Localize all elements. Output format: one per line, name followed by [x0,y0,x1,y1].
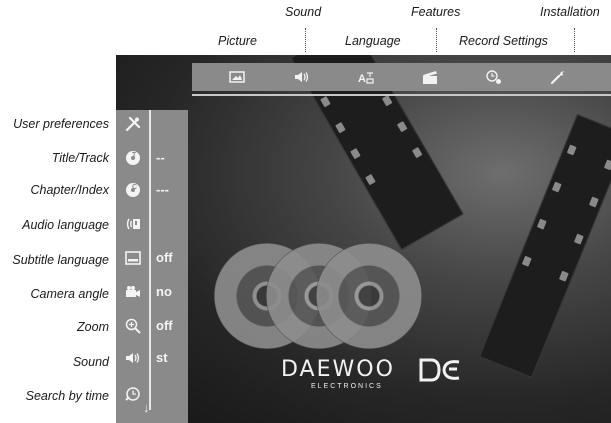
logo-brand-text: DAEWOO [281,357,395,382]
top-label-installation: Installation [540,5,600,19]
sound-value: st [156,350,168,365]
sidebar-menu: ↓ T -- C --- off no off st [116,110,188,423]
label-zoom: Zoom [77,320,109,334]
tools-icon[interactable] [122,114,144,134]
chapter-index-value: --- [156,182,169,197]
speaker-icon[interactable] [122,348,144,368]
label-sound: Sound [72,355,109,369]
top-label-sound: Sound [285,5,322,19]
camera-icon[interactable] [122,282,144,302]
tv-screen: A DAEWOO ELECTRONICS [116,55,611,423]
zoom-icon[interactable] [122,316,144,336]
svg-text:C: C [132,184,137,191]
label-chapter-index: Chapter/Index [30,183,109,197]
top-label-features: Features [411,5,461,19]
logo-sub-text: ELECTRONICS [311,383,383,390]
camera-angle-value: no [156,284,172,299]
menu-sound-button[interactable] [293,69,311,85]
features-leader [436,28,437,52]
svg-text:T: T [132,152,137,159]
menu-installation-button[interactable] [549,69,567,85]
top-label-picture: Picture [218,34,257,48]
menu-picture-button[interactable] [228,69,246,85]
picture-icon [229,71,245,83]
speaker-icon [295,72,309,82]
subtitle-icon[interactable] [122,248,144,268]
clapperboard-icon [423,71,437,84]
menu-record-settings-button[interactable] [485,69,503,85]
record-timer-icon [486,70,501,84]
top-label-language: Language [345,34,401,48]
sound-leader [305,28,306,52]
subtitle-language-value: off [156,250,173,265]
label-camera-angle: Camera angle [30,287,109,301]
label-search-by-time: Search by time [25,389,109,403]
menu-bar: A [192,63,611,96]
chapter-disc-icon[interactable]: C [122,180,144,200]
zoom-value: off [156,318,173,333]
top-label-record-settings: Record Settings [459,34,548,48]
label-subtitle-language: Subtitle language [12,253,109,267]
label-audio-language: Audio language [22,218,109,232]
svg-text:A: A [358,73,366,85]
label-title-track: Title/Track [51,151,109,165]
language-icon: A [358,72,374,85]
sidebar-divider [149,110,151,410]
title-track-value: -- [156,150,165,165]
installation-leader [574,28,575,52]
film-strip-decoration [479,113,611,379]
logo-mark-icon [419,358,460,382]
daewoo-logo: DAEWOO ELECTRONICS [281,357,481,393]
menu-language-button[interactable]: A [357,69,375,85]
title-disc-icon[interactable]: T [122,148,144,168]
audio-language-icon[interactable] [122,214,144,234]
label-user-preferences: User preferences [13,117,109,131]
menu-features-button[interactable] [421,69,439,85]
wrench-icon [550,71,564,85]
menu-bar-rule [192,94,611,96]
disc-decoration [316,243,422,349]
sidebar-labels: User preferences Title/Track Chapter/Ind… [0,0,109,423]
search-time-icon[interactable] [122,384,144,404]
